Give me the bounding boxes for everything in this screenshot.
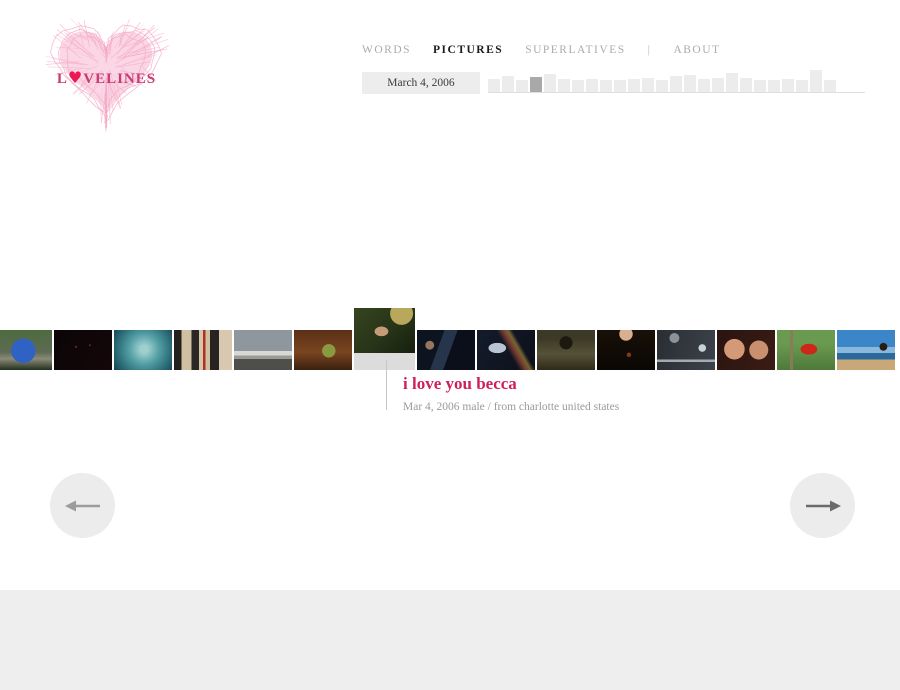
histogram-bar[interactable] bbox=[810, 70, 822, 92]
nav-item-about[interactable]: ABOUT bbox=[673, 44, 720, 60]
histogram-bar[interactable] bbox=[768, 80, 780, 92]
histogram-bar[interactable] bbox=[614, 80, 626, 92]
right-arrow-icon bbox=[803, 498, 843, 514]
histogram-bar[interactable] bbox=[796, 80, 808, 92]
thumbnail-blue-sphere-outdoors[interactable] bbox=[0, 330, 52, 370]
nav-item-pictures[interactable]: PICTURES bbox=[433, 44, 503, 60]
mood-slider-bar: LOVE ♥ HATE bbox=[0, 590, 900, 690]
thumbnail-dark-night-red-dots[interactable] bbox=[54, 330, 112, 370]
histogram-bar[interactable] bbox=[712, 78, 724, 92]
histogram-bar[interactable] bbox=[572, 80, 584, 92]
thumbnail-kid-red-shirt-grass[interactable] bbox=[777, 330, 835, 370]
lovelines-app: L♥VELINES WORDS PICTURES SUPERLATIVES | ABOU… bbox=[0, 0, 900, 690]
histogram-bar[interactable] bbox=[670, 76, 682, 92]
logo-text-right: VELINES bbox=[83, 71, 156, 87]
logo-heart-icon: ♥ bbox=[68, 68, 83, 87]
histogram-bar[interactable] bbox=[656, 80, 668, 92]
histogram-bar[interactable] bbox=[740, 78, 752, 92]
thumbnail-crowd-ceremony[interactable] bbox=[174, 330, 232, 370]
histogram-bar[interactable] bbox=[726, 73, 738, 92]
histogram-bar[interactable] bbox=[488, 79, 500, 92]
logo-wordmark: L♥VELINES bbox=[24, 68, 189, 88]
caption-connector-line bbox=[386, 360, 387, 410]
histogram-bar[interactable] bbox=[600, 80, 612, 92]
photo-meta: Mar 4, 2006 male / from charlotte united… bbox=[403, 401, 619, 413]
thumbnail-airplane-tarmac[interactable] bbox=[234, 330, 292, 370]
histogram-bar[interactable] bbox=[782, 79, 794, 92]
thumbnail-slot-placeholder bbox=[354, 353, 415, 370]
logo-text-left: L bbox=[57, 71, 68, 87]
histogram-bar[interactable] bbox=[824, 80, 836, 92]
thumbnail-negative-face-rainbow[interactable] bbox=[477, 330, 535, 370]
histogram-bar[interactable] bbox=[502, 76, 514, 92]
nav-item-words[interactable]: WORDS bbox=[362, 44, 411, 60]
nav-separator: | bbox=[648, 44, 652, 60]
thumbnail-beach-handstand[interactable] bbox=[837, 330, 895, 370]
photo-detail: i love you becca Mar 4, 2006 male / from… bbox=[403, 374, 619, 413]
nav-item-superlatives[interactable]: SUPERLATIVES bbox=[525, 44, 625, 60]
histogram-bar[interactable] bbox=[642, 78, 654, 92]
histogram-bar[interactable] bbox=[754, 80, 766, 92]
date-label: March 4, 2006 bbox=[362, 72, 480, 94]
histogram-bar[interactable] bbox=[516, 80, 528, 92]
thumbnail-girl-portrait-selected[interactable] bbox=[354, 308, 415, 353]
selected-thumbnail-slot bbox=[354, 330, 415, 370]
histogram-bar[interactable] bbox=[698, 79, 710, 92]
thumbnail-two-people-dark-blue[interactable] bbox=[417, 330, 475, 370]
photo-caption: i love you becca bbox=[403, 374, 619, 394]
histogram-bar[interactable] bbox=[628, 79, 640, 92]
histogram-bar-selected[interactable] bbox=[530, 77, 542, 92]
thumbnail-underwater-turtle[interactable] bbox=[114, 330, 172, 370]
histogram-bar[interactable] bbox=[558, 79, 570, 92]
thumbnail-frog-on-brown[interactable] bbox=[294, 330, 352, 370]
thumbnail-electronics-panel[interactable] bbox=[657, 330, 715, 370]
histogram-bar[interactable] bbox=[586, 79, 598, 92]
next-button[interactable] bbox=[790, 473, 855, 538]
thumbnail-two-smiling-women[interactable] bbox=[717, 330, 775, 370]
thumbnail-black-shirt-person[interactable] bbox=[597, 330, 655, 370]
left-arrow-icon bbox=[63, 498, 103, 514]
lovelines-logo[interactable]: L♥VELINES bbox=[24, 8, 189, 140]
histogram-bar[interactable] bbox=[684, 75, 696, 92]
histogram-bar[interactable] bbox=[544, 74, 556, 92]
top-nav: WORDS PICTURES SUPERLATIVES | ABOUT bbox=[362, 44, 721, 60]
photo-filmstrip bbox=[0, 330, 895, 370]
previous-button[interactable] bbox=[50, 473, 115, 538]
thumbnail-person-in-chair[interactable] bbox=[537, 330, 595, 370]
date-histogram bbox=[488, 60, 865, 92]
histogram-baseline bbox=[488, 92, 865, 93]
